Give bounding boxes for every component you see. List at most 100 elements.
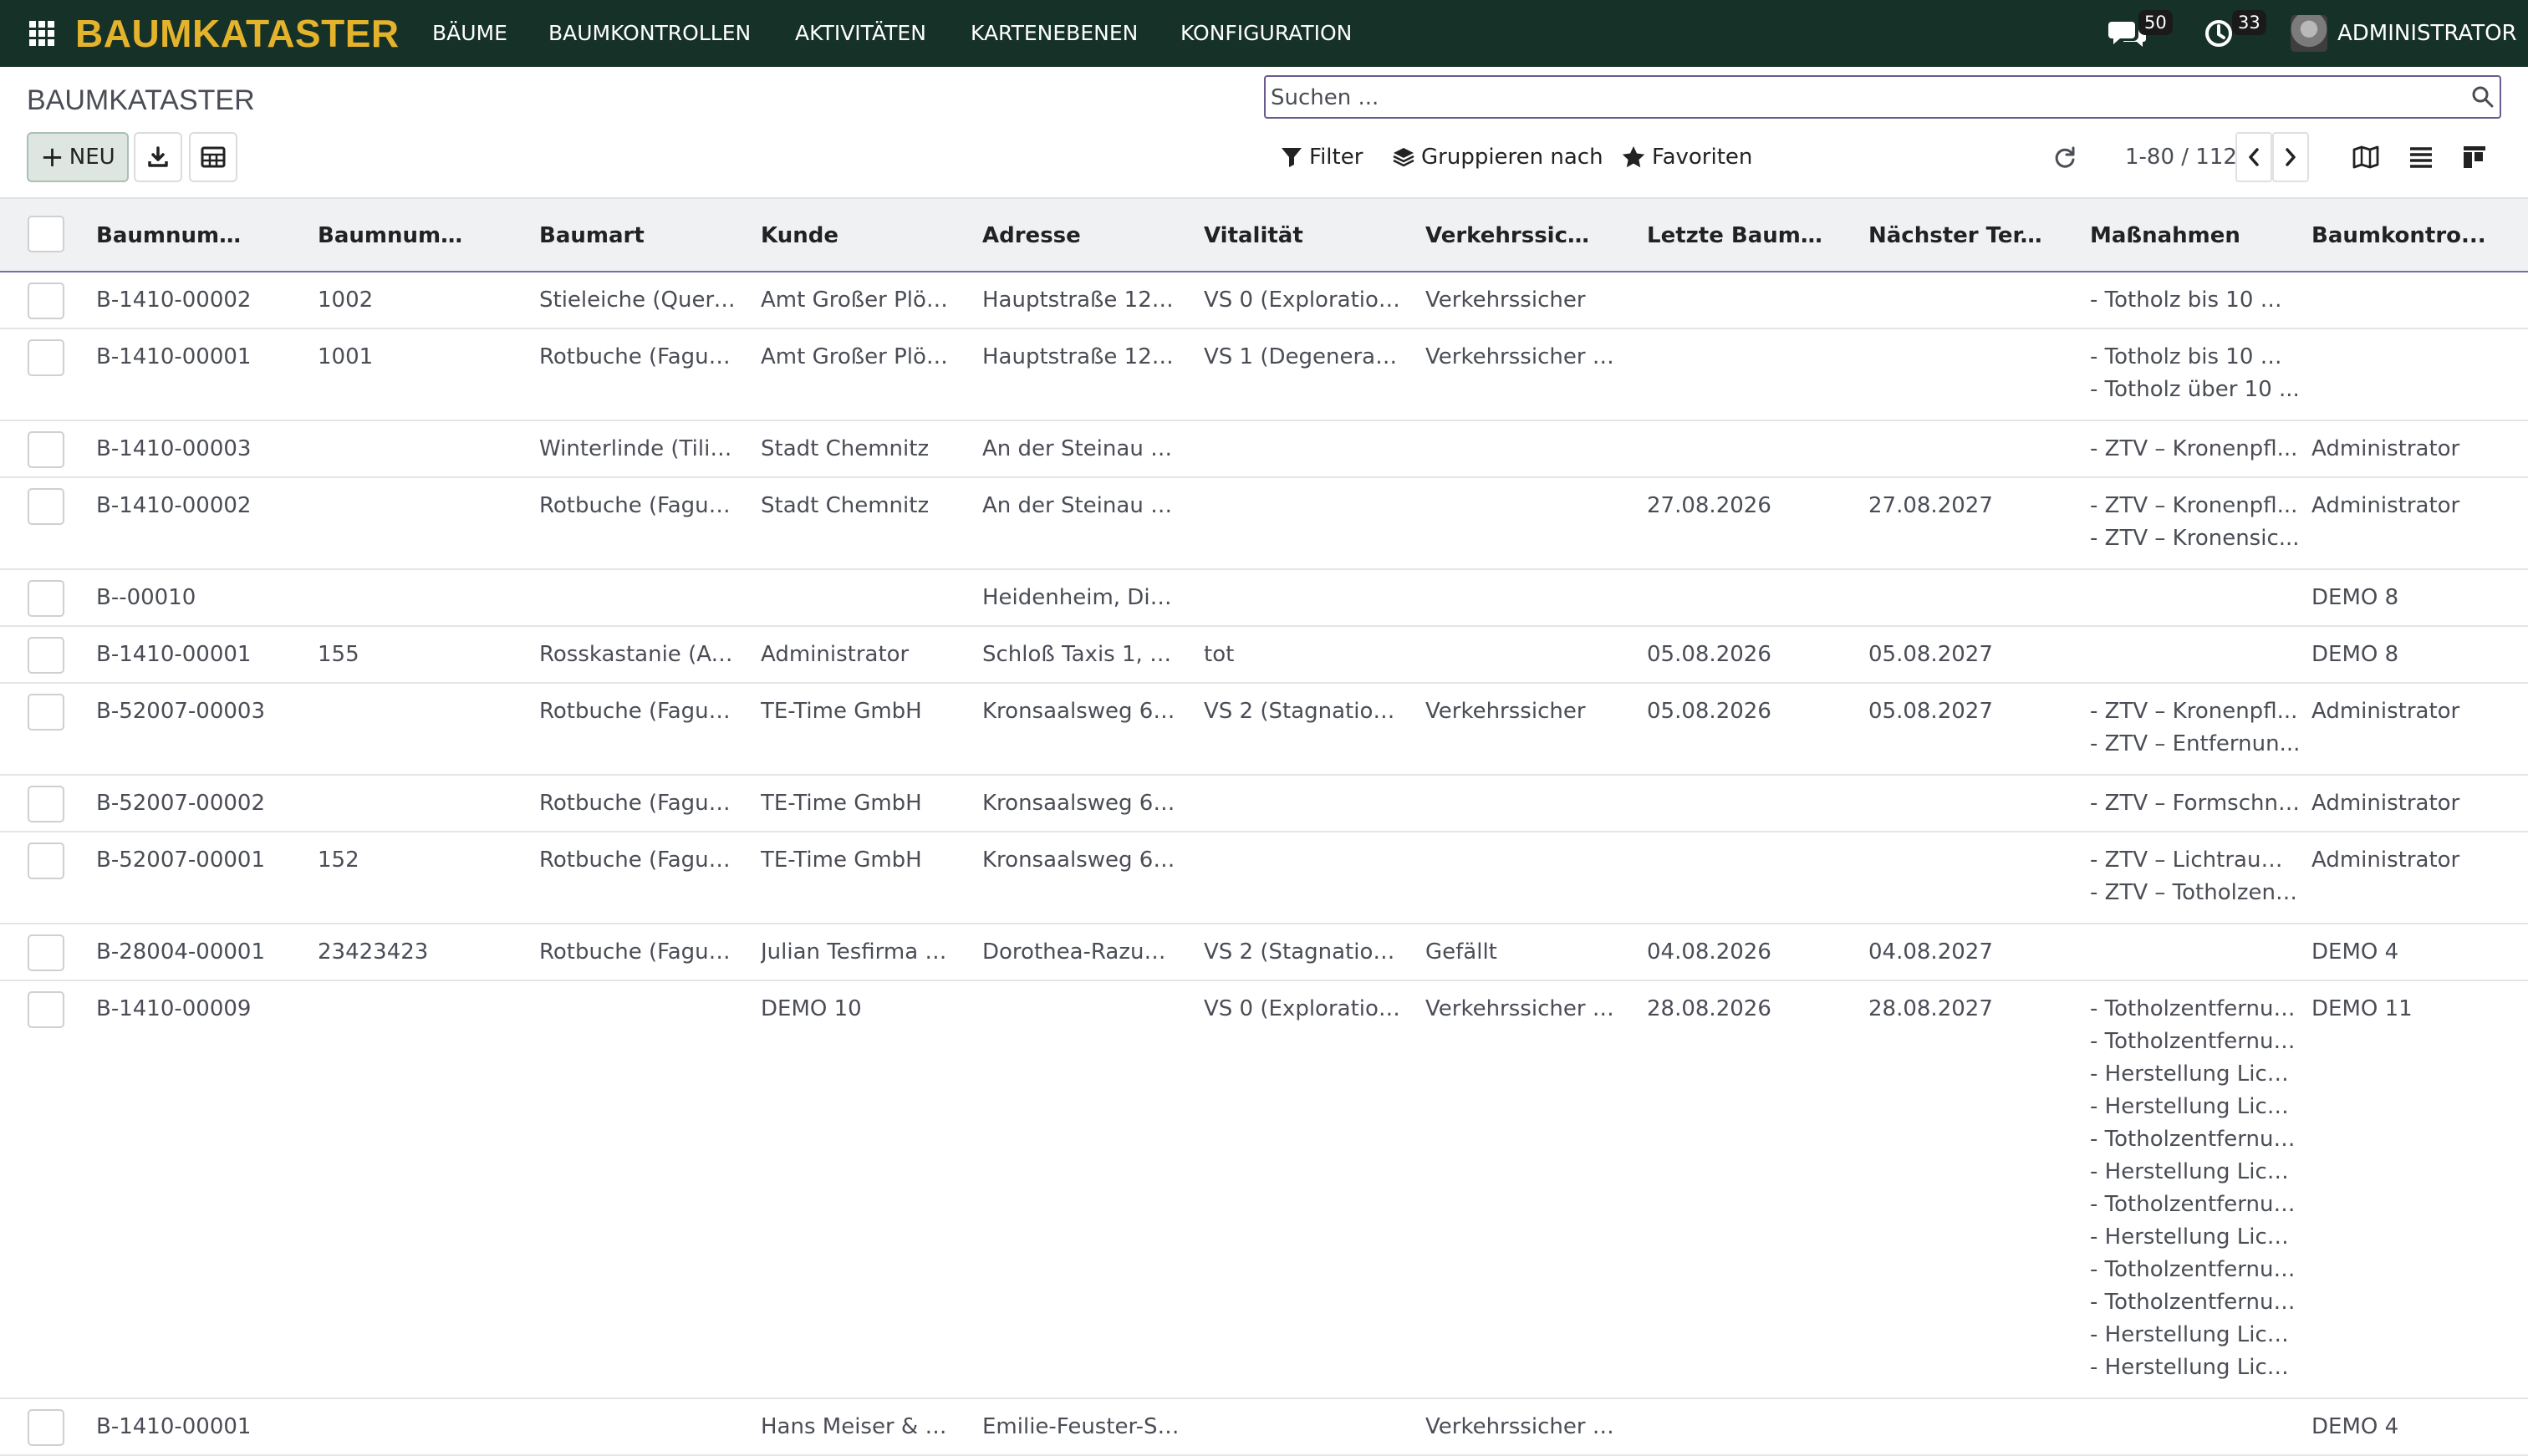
cell-kunde: TE-Time GmbH: [761, 791, 922, 816]
cell-baumkontrolleur: Administrator: [2311, 699, 2460, 724]
column-header-baumkontrolleur[interactable]: Baumkontro...: [2311, 222, 2487, 249]
row-checkbox[interactable]: [28, 283, 64, 319]
cell-kunde: Stadt Chemnitz: [761, 436, 930, 461]
cell-letzte-baumkontrolle: 27.08.2026: [1647, 493, 1771, 518]
row-checkbox[interactable]: [28, 991, 64, 1028]
search-input[interactable]: [1269, 80, 2443, 115]
row-checkbox[interactable]: [28, 694, 64, 731]
massnahme-item: - Herstellung Licht...: [2090, 1094, 2301, 1119]
cell-kunde: TE-Time GmbH: [761, 848, 922, 873]
page-title: BAUMKATASTER: [27, 84, 255, 116]
cell-letzte-baumkontrolle: 04.08.2026: [1647, 939, 1771, 965]
table-row[interactable]: B-1410-00001 155 Rosskastanie (Aes... Admin…: [0, 627, 2528, 684]
cell-baumkontrolleur: Administrator: [2311, 848, 2460, 873]
search-icon[interactable]: [2471, 85, 2495, 109]
table-row[interactable]: B-52007-00002 Rotbuche (Fagus s... TE-Time…: [0, 776, 2528, 832]
map-view-icon[interactable]: [2352, 144, 2379, 171]
row-checkbox[interactable]: [28, 431, 64, 468]
cell-baumnummer-2: 23423423: [318, 939, 429, 965]
table-row[interactable]: B-52007-00001 152 Rotbuche (Fagus s... TE-T…: [0, 832, 2528, 924]
download-button[interactable]: [134, 132, 182, 182]
cell-baumart: Rotbuche (Fagus s...: [539, 493, 737, 518]
cell-naechster-termin: 05.08.2027: [1868, 699, 1993, 724]
cell-massnahmen: - ZTV – Kronenpfl...: [2090, 435, 2301, 468]
column-header-vitalitaet[interactable]: Vitalität: [1204, 222, 1371, 249]
table-row[interactable]: B-28004-00001 23423423 Rotbuche (Fagus s..…: [0, 924, 2528, 981]
cell-baumnummer: B-1410-00002: [96, 493, 252, 518]
pager-previous-button[interactable]: [2235, 132, 2272, 182]
cell-vitalitaet: VS 2 (Stagnations...: [1204, 939, 1402, 965]
cell-baumnummer: B-1410-00001: [96, 642, 252, 667]
column-header-kunde[interactable]: Kunde: [761, 222, 928, 249]
cell-baumnummer: B-52007-00003: [96, 699, 266, 724]
cell-massnahmen: - ZTV – Kronenpfl... - ZTV – Entfernun...: [2090, 698, 2301, 763]
star-icon: [1622, 146, 1645, 168]
spreadsheet-button[interactable]: [189, 132, 237, 182]
row-checkbox[interactable]: [28, 1409, 64, 1446]
cell-baumart: Stieleiche (Quercu...: [539, 288, 737, 313]
column-header-massnahmen[interactable]: Maßnahmen: [2090, 222, 2266, 249]
clock-icon[interactable]: [2204, 18, 2234, 48]
table-row[interactable]: B-1410-00009 DEMO 10 VS 0 (Explorations...…: [0, 981, 2528, 1399]
filter-button[interactable]: Filter: [1281, 142, 1363, 172]
favorites-label: Favoriten: [1652, 145, 1753, 170]
column-header-verkehrssicherheit[interactable]: Verkehrssiche...: [1425, 222, 1601, 249]
menu-baeume[interactable]: BÄUME: [432, 18, 507, 48]
cell-massnahmen: - Totholzentfernung - Totholzentfernung - …: [2090, 995, 2301, 1387]
cell-verkehrssicherheit: Verkehrssicher na...: [1425, 344, 1623, 369]
pager-value[interactable]: 1-80 / 112: [2125, 142, 2237, 172]
cell-adresse: Kronsaalsweg 66, ...: [982, 791, 1180, 816]
cell-verkehrssicherheit: Gefällt: [1425, 939, 1497, 965]
user-menu[interactable]: ADMINISTRATOR: [2337, 18, 2517, 48]
massnahme-item: - Totholzentfernung: [2090, 1257, 2301, 1282]
column-header-baumart[interactable]: Baumart: [539, 222, 706, 249]
row-checkbox[interactable]: [28, 580, 64, 617]
refresh-icon[interactable]: [2053, 145, 2077, 169]
cell-adresse: Kronsaalsweg 66, ...: [982, 848, 1180, 873]
cell-kunde: Amt Großer Plöner...: [761, 344, 959, 369]
row-checkbox[interactable]: [28, 637, 64, 674]
group-by-button[interactable]: Gruppieren nach: [1393, 142, 1603, 172]
cell-vitalitaet: tot: [1204, 642, 1235, 667]
massnahme-item: - Totholzentfernung: [2090, 1290, 2301, 1315]
apps-grid-icon[interactable]: [28, 20, 55, 47]
row-checkbox[interactable]: [28, 339, 64, 376]
table-row[interactable]: B-1410-00002 1002 Stieleiche (Quercu... Amt…: [0, 272, 2528, 329]
table-row[interactable]: B-1410-00002 Rotbuche (Fagus s... Stadt Ch…: [0, 478, 2528, 570]
search-box[interactable]: [1264, 75, 2501, 119]
massnahme-item: - ZTV – Formschnitt: [2090, 791, 2301, 816]
table-row[interactable]: B-1410-00001 Hans Meiser & Co.... Emilie-F…: [0, 1399, 2528, 1456]
list-view-icon[interactable]: [2408, 144, 2434, 171]
row-checkbox[interactable]: [28, 843, 64, 879]
table-row[interactable]: B-1410-00003 Winterlinde (Tilia c... Stadt…: [0, 421, 2528, 478]
column-header-letzte-baumkontrolle[interactable]: Letzte Baumk...: [1647, 222, 1822, 249]
massnahme-item: - Totholzentfernung: [2090, 1127, 2301, 1152]
pager-next-button[interactable]: [2272, 132, 2309, 182]
cell-adresse: Heidenheim, Disch...: [982, 585, 1180, 610]
menu-baumkontrollen[interactable]: BAUMKONTROLLEN: [548, 18, 751, 48]
column-header-adresse[interactable]: Adresse: [982, 222, 1149, 249]
row-checkbox[interactable]: [28, 786, 64, 822]
table-row[interactable]: B-1410-00001 1001 Rotbuche (Fagus s... Amt …: [0, 329, 2528, 421]
messages-badge: 50: [2138, 10, 2173, 35]
app-brand[interactable]: BAUMKATASTER: [75, 7, 400, 60]
column-header-naechster-termin[interactable]: Nächster Ter...: [1868, 222, 2044, 249]
favorites-button[interactable]: Favoriten: [1622, 142, 1752, 172]
menu-kartenebenen[interactable]: KARTENEBENEN: [971, 18, 1138, 48]
row-checkbox[interactable]: [28, 488, 64, 525]
menu-konfiguration[interactable]: KONFIGURATION: [1180, 18, 1352, 48]
menu-aktivitaeten[interactable]: AKTIVITÄTEN: [795, 18, 926, 48]
cell-baumnummer-2: 1001: [318, 344, 374, 369]
select-all-checkbox[interactable]: [28, 216, 64, 252]
cell-baumnummer-2: 1002: [318, 288, 374, 313]
column-header-baumnummer[interactable]: Baumnummer...: [96, 222, 263, 249]
new-button[interactable]: + NEU: [27, 132, 129, 182]
table-row[interactable]: B--00010 Heidenheim, Disch... DEMO 8: [0, 570, 2528, 627]
user-avatar[interactable]: [2291, 15, 2327, 52]
column-header-baumnummer-2[interactable]: Baumnummer...: [318, 222, 485, 249]
table-row[interactable]: B-52007-00003 Rotbuche (Fagus s... TE-Time…: [0, 684, 2528, 776]
cell-baumnummer: B-1410-00003: [96, 436, 252, 461]
kanban-view-icon[interactable]: [2461, 144, 2488, 171]
cell-kunde: TE-Time GmbH: [761, 699, 922, 724]
row-checkbox[interactable]: [28, 934, 64, 971]
